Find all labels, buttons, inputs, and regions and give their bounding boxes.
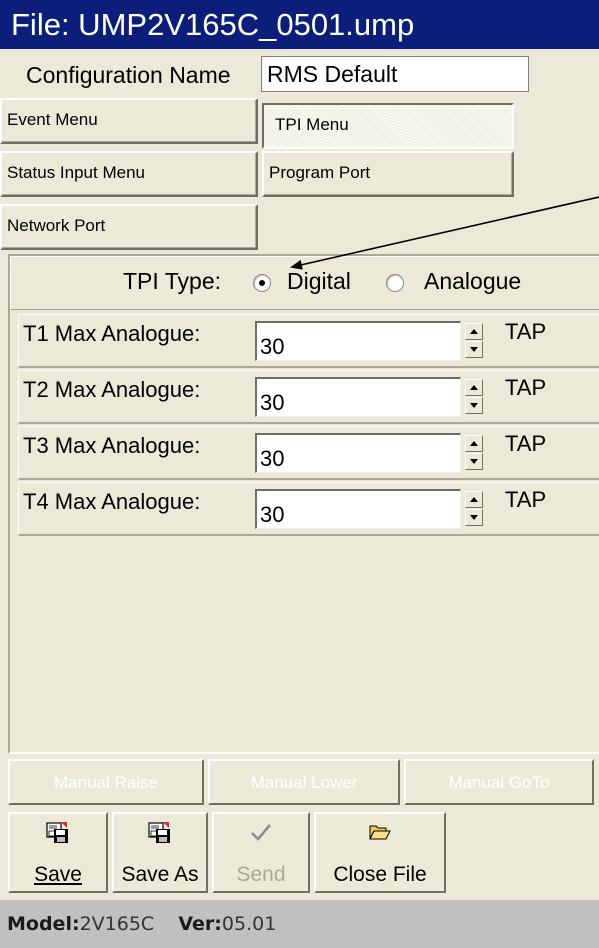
arrow-up-icon [470, 385, 478, 390]
t3-unit: TAP [505, 431, 547, 456]
arrow-down-icon [470, 459, 478, 464]
folder-open-icon [369, 825, 391, 840]
analogue-radio[interactable] [386, 274, 404, 292]
model-label: Model: [7, 913, 80, 935]
version-value: 05.01 [221, 913, 277, 935]
save-button[interactable]: Save [8, 812, 108, 893]
t4-max-analogue-row: T4 Max Analogue: TAP [18, 482, 599, 536]
model-value: 2V165C [79, 913, 155, 935]
config-name-input[interactable] [261, 56, 529, 92]
event-menu-button[interactable]: Event Menu [0, 98, 258, 144]
spin-up-button[interactable] [465, 323, 483, 340]
send-button[interactable]: Send [212, 812, 310, 893]
version-label: Ver: [178, 913, 222, 935]
digital-radio[interactable] [253, 274, 271, 292]
t1-max-analogue-input[interactable] [255, 321, 461, 361]
manual-lower-button[interactable]: Manual Lower [208, 759, 400, 805]
radio-selected-dot [259, 280, 265, 286]
arrow-up-icon [470, 441, 478, 446]
t1-max-analogue-row: T1 Max Analogue: TAP [18, 314, 599, 368]
window-title: File: UMP2V165C_0501.ump [0, 0, 599, 49]
t1-unit: TAP [505, 319, 547, 344]
manual-raise-button[interactable]: Manual Raise [8, 759, 204, 805]
tpi-menu-button[interactable]: TPI Menu [262, 103, 514, 149]
spin-up-button[interactable] [465, 379, 483, 396]
t1-max-analogue-label: T1 Max Analogue: [23, 321, 201, 346]
floppy-save-icon [46, 822, 68, 843]
status-bar: Model:2V165C Ver:05.01 [0, 900, 599, 948]
t3-max-analogue-input[interactable] [255, 433, 461, 473]
t2-max-analogue-label: T2 Max Analogue: [23, 377, 201, 402]
checkmark-icon [251, 824, 271, 841]
t3-max-analogue-label: T3 Max Analogue: [23, 433, 201, 458]
t3-spinner[interactable] [465, 435, 483, 471]
t1-spinner[interactable] [465, 323, 483, 359]
t2-unit: TAP [505, 375, 547, 400]
t4-spinner[interactable] [465, 491, 483, 527]
digital-radio-label[interactable]: Digital [287, 268, 351, 295]
spin-up-button[interactable] [465, 435, 483, 452]
close-file-label: Close File [333, 863, 427, 886]
config-window: File: UMP2V165C_0501.ump Configuration N… [0, 0, 599, 948]
arrow-up-icon [470, 329, 478, 334]
network-port-button[interactable]: Network Port [0, 204, 258, 250]
arrow-up-icon [470, 497, 478, 502]
arrow-down-icon [470, 515, 478, 520]
close-file-button[interactable]: Close File [314, 812, 446, 893]
tpi-type-label: TPI Type: [123, 268, 222, 294]
save-as-button[interactable]: Save As [112, 812, 208, 893]
spin-up-button[interactable] [465, 491, 483, 508]
manual-goto-button[interactable]: Manual GoTo [404, 759, 594, 805]
config-name-label: Configuration Name [26, 62, 231, 88]
t2-max-analogue-row: T2 Max Analogue: TAP [18, 370, 599, 424]
spin-down-button[interactable] [465, 509, 483, 526]
t2-spinner[interactable] [465, 379, 483, 415]
arrow-down-icon [470, 347, 478, 352]
spin-down-button[interactable] [465, 453, 483, 470]
spin-down-button[interactable] [465, 341, 483, 358]
t4-max-analogue-input[interactable] [255, 489, 461, 529]
program-port-button[interactable]: Program Port [262, 151, 514, 197]
analogue-radio-label[interactable]: Analogue [424, 268, 521, 295]
arrow-down-icon [470, 403, 478, 408]
save-label-text: Save [34, 863, 82, 886]
send-label: Send [236, 863, 286, 886]
t3-max-analogue-row: T3 Max Analogue: TAP [18, 426, 599, 480]
t4-unit: TAP [505, 487, 547, 512]
floppy-save-as-icon [148, 822, 170, 843]
t4-max-analogue-label: T4 Max Analogue: [23, 489, 201, 514]
save-label: Save [10, 863, 106, 887]
save-as-label: Save As [121, 863, 199, 886]
spin-down-button[interactable] [465, 397, 483, 414]
status-input-menu-button[interactable]: Status Input Menu [0, 151, 258, 197]
t2-max-analogue-input[interactable] [255, 377, 461, 417]
